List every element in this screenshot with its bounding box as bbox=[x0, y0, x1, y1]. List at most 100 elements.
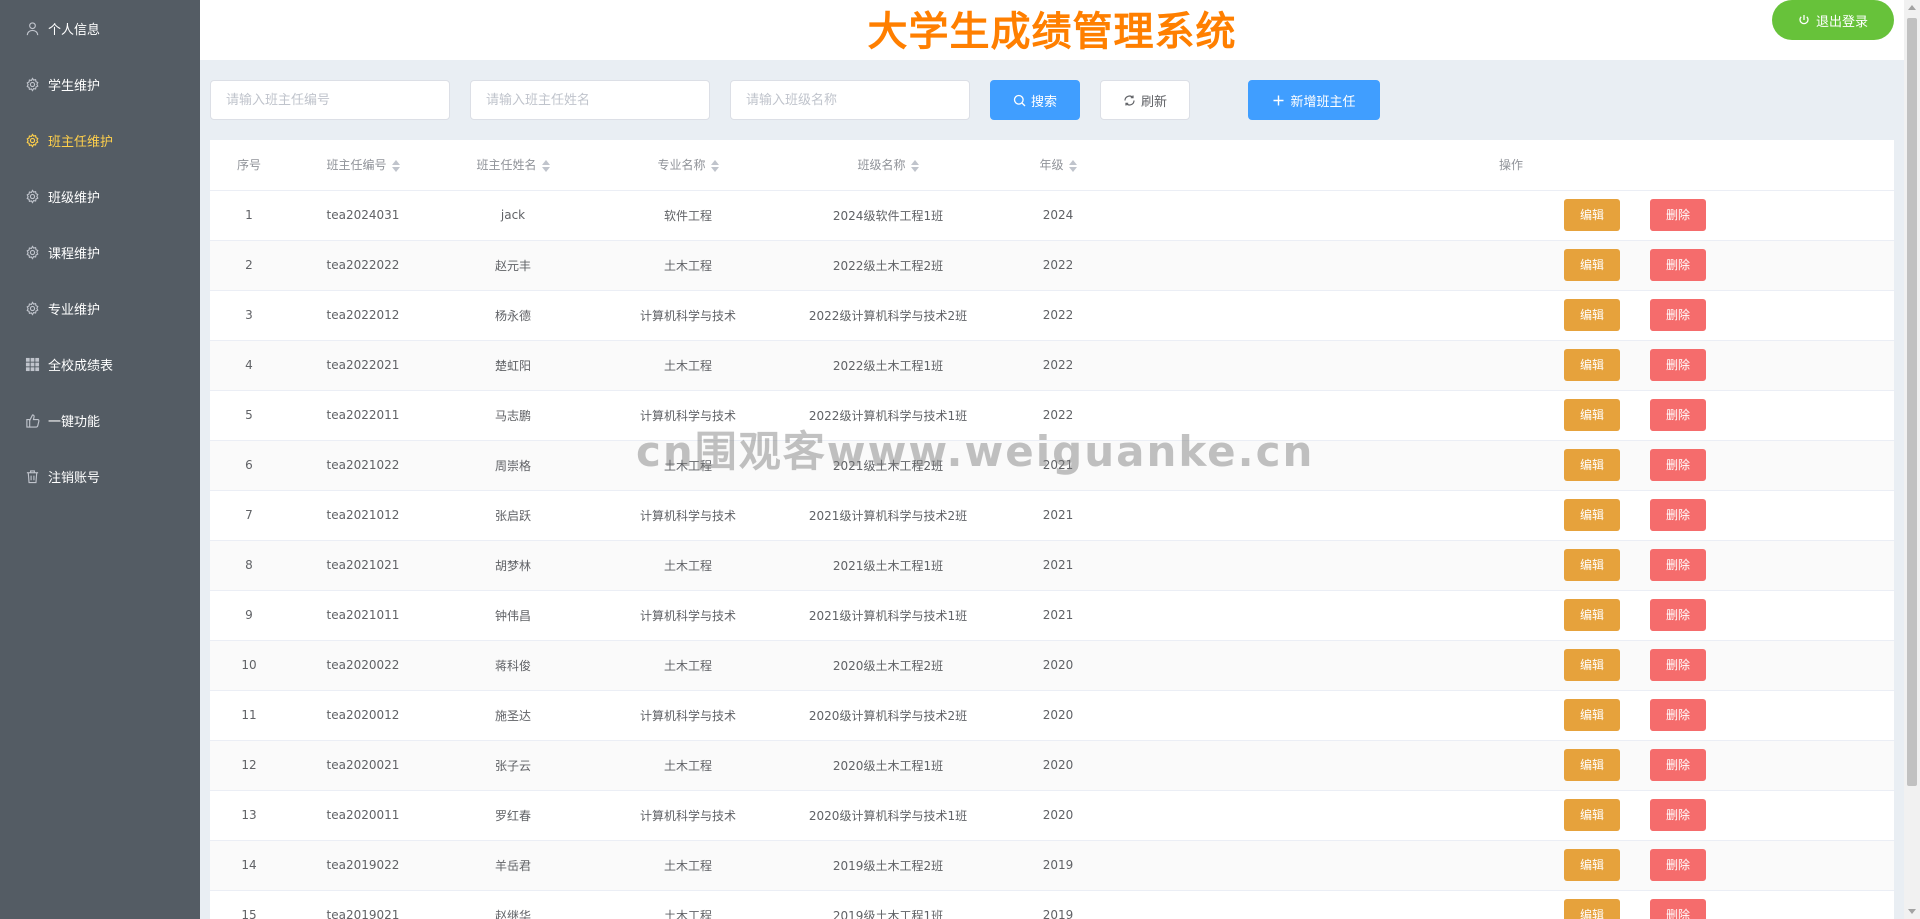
table-row: 14 tea2019022 羊岳君 土木工程 2019级土木工程2班 2019 编辑 删除 bbox=[210, 840, 1894, 891]
sort-icon[interactable] bbox=[710, 159, 719, 172]
cell-teacher-name: 张子云 bbox=[438, 740, 588, 791]
delete-button[interactable]: 删除 bbox=[1650, 598, 1706, 631]
logout-button[interactable]: 退出登录 bbox=[1772, 0, 1894, 40]
add-head-teacher-button[interactable]: 新增班主任 bbox=[1248, 80, 1380, 120]
edit-button[interactable]: 编辑 bbox=[1564, 798, 1620, 831]
delete-button[interactable]: 删除 bbox=[1650, 448, 1706, 481]
delete-button[interactable]: 删除 bbox=[1650, 698, 1706, 731]
sort-icon[interactable] bbox=[1068, 159, 1077, 172]
sidebar-item-students[interactable]: 学生维护 bbox=[0, 56, 200, 112]
column-header-label: 专业名称 bbox=[657, 158, 706, 173]
class-name-input[interactable] bbox=[730, 80, 970, 120]
delete-button[interactable]: 删除 bbox=[1650, 248, 1706, 281]
edit-button[interactable]: 编辑 bbox=[1564, 648, 1620, 681]
scroll-down-icon[interactable] bbox=[1908, 909, 1916, 914]
cell-major: 计算机科学与技术 bbox=[588, 790, 788, 841]
column-header-teacher-no[interactable]: 班主任编号 bbox=[288, 140, 438, 191]
sidebar-item-head-teachers[interactable]: 班主任维护 bbox=[0, 112, 200, 168]
cell-index: 9 bbox=[210, 590, 288, 641]
edit-button[interactable]: 编辑 bbox=[1564, 748, 1620, 781]
user-icon bbox=[24, 20, 40, 36]
cell-major: 土木工程 bbox=[588, 640, 788, 691]
teacher-no-input[interactable] bbox=[210, 80, 450, 120]
sidebar-item-classes[interactable]: 班级维护 bbox=[0, 168, 200, 224]
cell-class-name: 2020级土木工程2班 bbox=[788, 640, 988, 691]
column-header-index: 序号 bbox=[210, 140, 288, 191]
cell-teacher-no: tea2021012 bbox=[288, 490, 438, 541]
thumb-icon bbox=[24, 412, 40, 428]
delete-button[interactable]: 删除 bbox=[1650, 798, 1706, 831]
refresh-icon bbox=[1124, 94, 1135, 106]
column-header-grade[interactable]: 年级 bbox=[988, 140, 1128, 191]
edit-button[interactable]: 编辑 bbox=[1564, 398, 1620, 431]
cell-teacher-name: jack bbox=[438, 190, 588, 241]
cell-teacher-no: tea2020022 bbox=[288, 640, 438, 691]
cell-major: 土木工程 bbox=[588, 740, 788, 791]
delete-button[interactable]: 删除 bbox=[1650, 298, 1706, 331]
delete-button[interactable]: 删除 bbox=[1650, 398, 1706, 431]
cell-index: 4 bbox=[210, 340, 288, 391]
edit-button[interactable]: 编辑 bbox=[1564, 548, 1620, 581]
cell-class-name: 2020级土木工程1班 bbox=[788, 740, 988, 791]
edit-button[interactable]: 编辑 bbox=[1564, 198, 1620, 231]
sidebar-item-courses[interactable]: 课程维护 bbox=[0, 224, 200, 280]
cell-ops: 编辑 删除 bbox=[1128, 440, 1894, 491]
sidebar-item-school-scores[interactable]: 全校成绩表 bbox=[0, 336, 200, 392]
scroll-thumb[interactable] bbox=[1907, 18, 1917, 786]
table-row: 8 tea2021021 胡梦林 土木工程 2021级土木工程1班 2021 编辑 删除 bbox=[210, 540, 1894, 591]
delete-button[interactable]: 删除 bbox=[1650, 748, 1706, 781]
delete-button[interactable]: 删除 bbox=[1650, 898, 1706, 919]
delete-button[interactable]: 删除 bbox=[1650, 648, 1706, 681]
delete-button[interactable]: 删除 bbox=[1650, 348, 1706, 381]
refresh-button[interactable]: 刷新 bbox=[1100, 80, 1190, 120]
table-row: 12 tea2020021 张子云 土木工程 2020级土木工程1班 2020 编辑 删除 bbox=[210, 740, 1894, 791]
page-scrollbar[interactable] bbox=[1904, 0, 1920, 919]
sidebar-item-majors[interactable]: 专业维护 bbox=[0, 280, 200, 336]
cell-index: 2 bbox=[210, 240, 288, 291]
cell-index: 15 bbox=[210, 890, 288, 919]
edit-button[interactable]: 编辑 bbox=[1564, 898, 1620, 919]
edit-button[interactable]: 编辑 bbox=[1564, 348, 1620, 381]
cell-index: 14 bbox=[210, 840, 288, 891]
edit-button[interactable]: 编辑 bbox=[1564, 848, 1620, 881]
edit-button[interactable]: 编辑 bbox=[1564, 598, 1620, 631]
column-header-class-name[interactable]: 班级名称 bbox=[788, 140, 988, 191]
delete-button[interactable]: 删除 bbox=[1650, 848, 1706, 881]
cell-index: 5 bbox=[210, 390, 288, 441]
teacher-name-input[interactable] bbox=[470, 80, 710, 120]
edit-button[interactable]: 编辑 bbox=[1564, 698, 1620, 731]
sort-icon[interactable] bbox=[391, 159, 400, 172]
sidebar-item-profile[interactable]: 个人信息 bbox=[0, 0, 200, 56]
gear-icon bbox=[24, 76, 40, 92]
sidebar-item-delete-account[interactable]: 注销账号 bbox=[0, 448, 200, 504]
sidebar-item-label: 班主任维护 bbox=[48, 134, 114, 150]
sidebar-item-one-click[interactable]: 一键功能 bbox=[0, 392, 200, 448]
edit-button[interactable]: 编辑 bbox=[1564, 298, 1620, 331]
search-button[interactable]: 搜索 bbox=[990, 80, 1080, 120]
cell-teacher-no: tea2021021 bbox=[288, 540, 438, 591]
sort-icon[interactable] bbox=[910, 159, 919, 172]
delete-button[interactable]: 删除 bbox=[1650, 498, 1706, 531]
edit-button[interactable]: 编辑 bbox=[1564, 448, 1620, 481]
cell-ops: 编辑 删除 bbox=[1128, 290, 1894, 341]
column-header-label: 操作 bbox=[1498, 158, 1523, 173]
cell-grade: 2022 bbox=[988, 290, 1128, 341]
column-header-major[interactable]: 专业名称 bbox=[588, 140, 788, 191]
cell-major: 计算机科学与技术 bbox=[588, 290, 788, 341]
delete-button[interactable]: 删除 bbox=[1650, 548, 1706, 581]
column-header-teacher-name[interactable]: 班主任姓名 bbox=[438, 140, 588, 191]
cell-grade: 2022 bbox=[988, 340, 1128, 391]
cell-ops: 编辑 删除 bbox=[1128, 890, 1894, 919]
cell-index: 1 bbox=[210, 190, 288, 241]
cell-major: 计算机科学与技术 bbox=[588, 390, 788, 441]
cell-ops: 编辑 删除 bbox=[1128, 690, 1894, 741]
edit-button[interactable]: 编辑 bbox=[1564, 498, 1620, 531]
delete-button[interactable]: 删除 bbox=[1650, 198, 1706, 231]
cell-class-name: 2021级计算机科学与技术2班 bbox=[788, 490, 988, 541]
scroll-up-icon[interactable] bbox=[1908, 5, 1916, 10]
edit-button[interactable]: 编辑 bbox=[1564, 248, 1620, 281]
cell-major: 土木工程 bbox=[588, 540, 788, 591]
sort-icon[interactable] bbox=[541, 159, 550, 172]
cell-class-name: 2021级计算机科学与技术1班 bbox=[788, 590, 988, 641]
table-row: 4 tea2022021 楚虹阳 土木工程 2022级土木工程1班 2022 编辑 删除 bbox=[210, 340, 1894, 391]
